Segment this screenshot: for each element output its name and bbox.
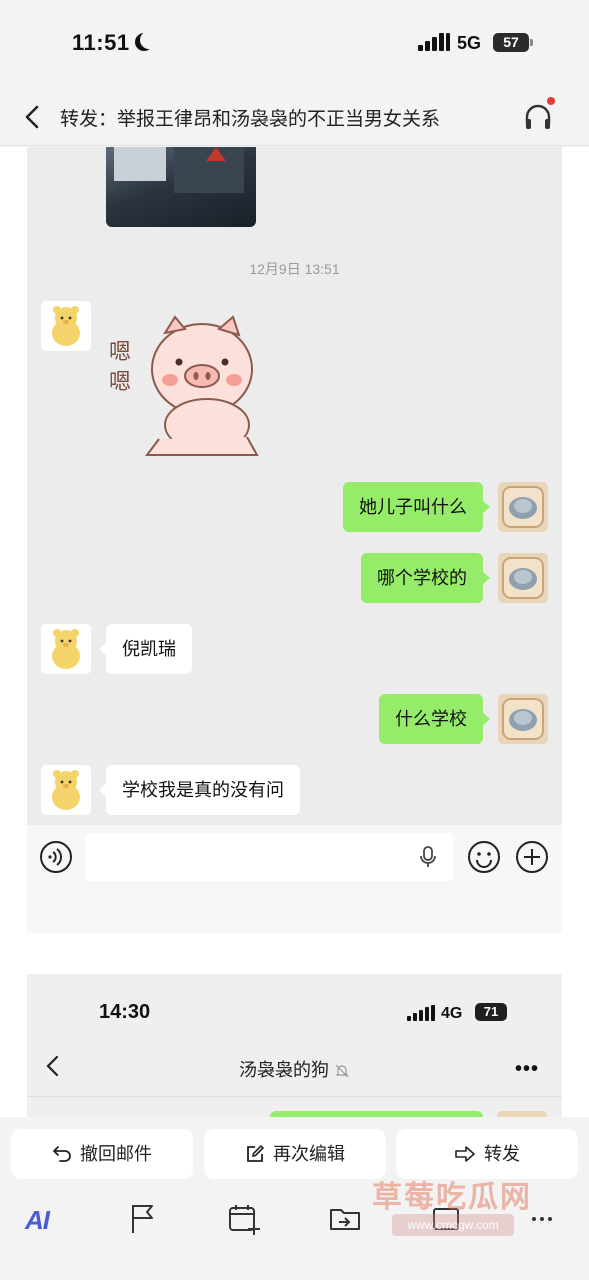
message-input[interactable] [85, 833, 453, 881]
contact-avatar[interactable] [41, 624, 91, 674]
notification-dot [547, 97, 555, 105]
move-folder-icon[interactable] [327, 1201, 363, 1237]
contact-avatar[interactable] [41, 765, 91, 815]
back-button[interactable] [18, 102, 48, 132]
status-bar: 11:51 5G 57 [0, 0, 589, 88]
recall-email-button[interactable]: 撤回邮件 [11, 1129, 193, 1179]
chat-input-bar [27, 825, 562, 933]
forward-icon [455, 1145, 475, 1162]
email-header: 转发：举报王律昂和汤袅袅的不正当男女关系 [0, 88, 589, 146]
chat-screenshot: 12月9日 13:51 嗯 嗯 她儿子叫什么 哪个学校的 倪凯瑞 什么学校 学校… [27, 147, 562, 933]
my-avatar[interactable] [498, 553, 548, 603]
headset-icon[interactable] [520, 100, 556, 134]
contact-avatar[interactable] [41, 301, 91, 351]
signal-icon [407, 1005, 435, 1021]
calendar-add-icon[interactable] [226, 1201, 262, 1237]
sticker-text-1: 嗯 [109, 340, 131, 365]
message-bubble-other[interactable]: 倪凯瑞 [99, 624, 192, 674]
battery-icon: 71 [475, 1003, 507, 1021]
watermark-logo: 草莓吃瓜网 [372, 1181, 532, 1214]
status-time: 11:51 [72, 30, 130, 55]
pig-sticker[interactable]: 嗯 嗯 [107, 307, 267, 457]
screenshot-title: 汤袅袅的狗 [27, 1056, 562, 1082]
email-body: 12月9日 13:51 嗯 嗯 她儿子叫什么 哪个学校的 倪凯瑞 什么学校 学校… [0, 147, 589, 1117]
voice-icon[interactable] [39, 840, 73, 874]
chat-screenshot-2: 14:30 4G 71 汤袅袅的狗 ••• [27, 974, 562, 1117]
forward-label: 转发 [484, 1144, 520, 1164]
edit-icon [247, 1144, 265, 1162]
message-bubble-other[interactable]: 学校我是真的没有问 [99, 765, 300, 815]
message-bubble-me[interactable]: 她儿子叫什么 [343, 482, 490, 532]
message-bubble-me[interactable]: 哪个学校的 [361, 553, 490, 603]
chat-timestamp: 12月9日 13:51 [249, 261, 340, 277]
chat-photo[interactable] [106, 147, 256, 227]
screenshot-time: 14:30 [99, 1001, 151, 1023]
moon-icon [140, 31, 158, 49]
add-icon[interactable] [515, 840, 549, 874]
network-label: 4G [441, 1005, 463, 1022]
battery-icon: 57 [493, 33, 533, 52]
watermark-url: www.cmcgw.com [392, 1214, 514, 1236]
page-title: 转发：举报王律昂和汤袅袅的不正当男女关系 [60, 109, 441, 130]
divider [27, 1096, 562, 1097]
emoji-icon[interactable] [467, 840, 501, 874]
screenshot-chat-name: 汤袅袅的狗 [238, 1060, 329, 1080]
microphone-icon[interactable] [417, 845, 439, 869]
signal-icon [418, 33, 450, 51]
ai-button[interactable]: AI [25, 1205, 50, 1236]
edit-again-button[interactable]: 再次编辑 [204, 1129, 386, 1179]
undo-icon [53, 1145, 71, 1162]
network-label: 5G [457, 33, 482, 53]
message-bubble-me[interactable]: 什么学校 [379, 694, 490, 744]
mute-icon [335, 1064, 349, 1078]
flag-icon[interactable] [125, 1201, 161, 1237]
edit-again-label: 再次编辑 [273, 1144, 345, 1164]
sticker-text-2: 嗯 [109, 370, 131, 395]
more-icon: ••• [515, 1058, 540, 1080]
recall-email-label: 撤回邮件 [80, 1144, 152, 1164]
my-avatar[interactable] [498, 694, 548, 744]
my-avatar[interactable] [498, 482, 548, 532]
